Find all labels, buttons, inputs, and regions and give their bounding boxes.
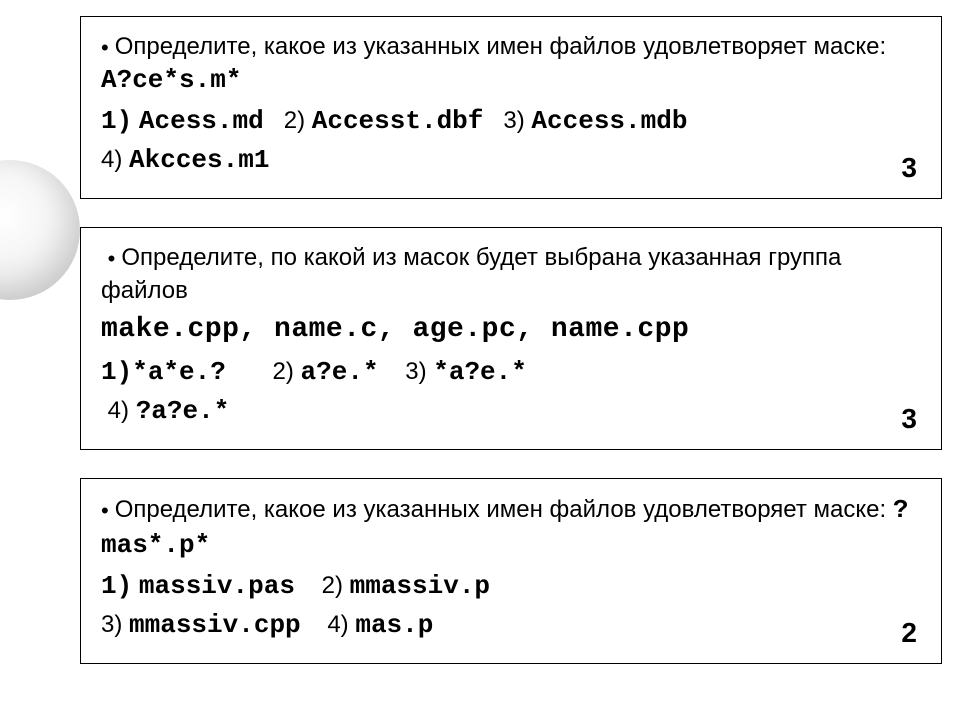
option-1-2-num: 2) (284, 107, 305, 134)
question-box-1: •Определите, какое из указанных имен фай… (80, 16, 942, 199)
option-3-4-num: 4) (327, 611, 348, 638)
question-2-filelist: make.cpp, name.c, age.pc, name.cpp (101, 311, 921, 349)
question-3-answer: 2 (901, 617, 917, 649)
question-2-answer: 3 (901, 403, 917, 435)
question-3-prompt: •Определите, какое из указанных имен фай… (101, 493, 921, 563)
question-2-text: Определите, по какой из масок будет выбр… (101, 244, 841, 303)
question-1-prompt: •Определите, какое из указанных имен фай… (101, 31, 921, 98)
option-3-1-num: 1) (101, 571, 132, 601)
bullet-icon: • (101, 496, 109, 526)
option-3-3-num: 3) (101, 611, 122, 638)
option-3-2-num: 2) (322, 572, 343, 599)
option-3-1-file: massiv.pas (139, 571, 295, 601)
question-1-options: 1) Acess.md 2) Accesst.dbf 3) Access.mdb… (101, 102, 921, 180)
slide-canvas: •Определите, какое из указанных имен фай… (0, 0, 960, 720)
option-1-4-num: 4) (101, 146, 122, 173)
question-box-3: •Определите, какое из указанных имен фай… (80, 478, 942, 664)
option-1-2-file: Accesst.dbf (312, 106, 484, 136)
option-1-1-file: Acess.md (139, 106, 264, 136)
question-box-2: •Определите, по какой из масок будет выб… (80, 227, 942, 450)
question-2-options: 1)*a*e.? 2) a?e.* 3) *a?e.* 4) ?a?e.* (101, 353, 921, 431)
option-2-2-mask: a?e.* (301, 357, 379, 387)
option-1-3-num: 3) (503, 107, 524, 134)
question-2-prompt: •Определите, по какой из масок будет выб… (101, 242, 921, 307)
option-3-4-file: mas.p (355, 610, 433, 640)
question-3-text: Определите, какое из указанных имен файл… (115, 496, 893, 523)
option-3-2-file: mmassiv.p (350, 571, 490, 601)
option-2-2-num: 2) (273, 358, 294, 385)
option-1-4-file: Akcces.m1 (129, 145, 269, 175)
option-2-3-mask: *a?e.* (433, 357, 527, 387)
option-3-3-file: mmassiv.cpp (129, 610, 301, 640)
option-1-1-num: 1) (101, 106, 132, 136)
decorative-circle (0, 160, 80, 300)
question-1-answer: 3 (901, 152, 917, 184)
question-1-mask: A?ce*s.m* (101, 65, 241, 95)
option-2-4-num: 4) (108, 397, 129, 424)
bullet-icon: • (108, 244, 116, 274)
option-2-1-mask: *a*e.? (132, 357, 226, 387)
option-2-4-mask: ?a?e.* (136, 396, 230, 426)
question-3-options: 1) massiv.pas 2) mmassiv.p 3) mmassiv.cp… (101, 567, 921, 645)
option-1-3-file: Access.mdb (531, 106, 687, 136)
option-2-1-num: 1) (101, 357, 132, 387)
bullet-icon: • (101, 33, 109, 63)
option-2-3-num: 3) (405, 358, 426, 385)
question-1-text: Определите, какое из указанных имен файл… (115, 33, 886, 60)
